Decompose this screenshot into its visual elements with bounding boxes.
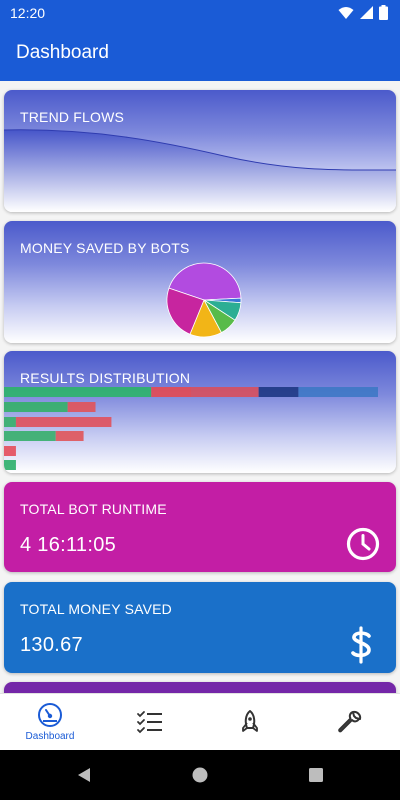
recents-icon[interactable] [308,767,324,783]
app-bar-title: Dashboard [16,42,109,63]
wrench-icon [338,710,362,733]
result-bar-5-segment-0 [4,460,16,470]
battery-icon [379,5,388,20]
nav-item-launch[interactable] [200,694,300,750]
result-bar-0-segment-2 [191,387,259,397]
result-bar-4-segment-0 [4,446,16,456]
trend-flows-card[interactable]: TREND FLOWS [4,90,396,212]
card-title: TOTAL BOT RUNTIME [20,501,167,517]
result-bar-3-segment-0 [4,431,56,441]
result-bar-0-segment-1 [151,387,191,397]
dashboard-content[interactable]: TREND FLOWS MONEY SAVED BY BOTS RESULTS … [0,81,400,693]
result-bar-3-segment-1 [55,431,84,441]
nav-label-dashboard: Dashboard [25,731,75,742]
trend-flows-chart [4,129,396,212]
total-money-value: 130.67 [20,634,83,656]
back-icon[interactable] [76,767,92,783]
dollar-icon [351,626,371,664]
bottom-navigation: Dashboard [0,693,400,750]
trend-area [4,129,396,212]
rocket-icon [242,710,258,732]
system-navigation-bar [0,750,400,800]
next-card-partial[interactable] [4,682,396,693]
money-saved-by-bots-card[interactable]: MONEY SAVED BY BOTS [4,221,396,343]
wifi-icon [338,6,354,19]
status-bar: 12:20 [0,0,400,25]
nav-item-settings[interactable] [300,694,400,750]
result-bar-0-segment-4 [298,387,378,397]
result-bar-1-segment-1 [67,402,96,412]
total-money-saved-card[interactable]: TOTAL MONEY SAVED 130.67 [4,582,396,673]
clock-icon [346,527,380,561]
result-bar-2-segment-0 [4,417,16,427]
result-bar-2-segment-1 [15,417,112,427]
results-distribution-chart [4,387,378,470]
results-distribution-card[interactable]: RESULTS DISTRIBUTION [4,351,396,473]
app-bar: Dashboard [0,25,400,81]
checklist-icon [137,711,162,734]
nav-item-dashboard[interactable]: Dashboard [0,694,100,750]
money-saved-pie-chart [166,262,242,338]
signal-icon [360,6,373,19]
status-time: 12:20 [10,4,46,21]
runtime-value: 4 16:11:05 [20,534,117,556]
card-title: TOTAL MONEY SAVED [20,601,172,617]
home-icon[interactable] [192,767,208,783]
result-bar-0-segment-0 [4,387,152,397]
nav-item-tasks[interactable] [100,694,200,750]
result-bar-1-segment-0 [4,402,68,412]
total-bot-runtime-card[interactable]: TOTAL BOT RUNTIME 4 16:11:05 [4,482,396,572]
result-bar-0-segment-3 [258,387,299,397]
status-icons [338,5,388,20]
dashboard-gauge-icon [38,703,62,727]
